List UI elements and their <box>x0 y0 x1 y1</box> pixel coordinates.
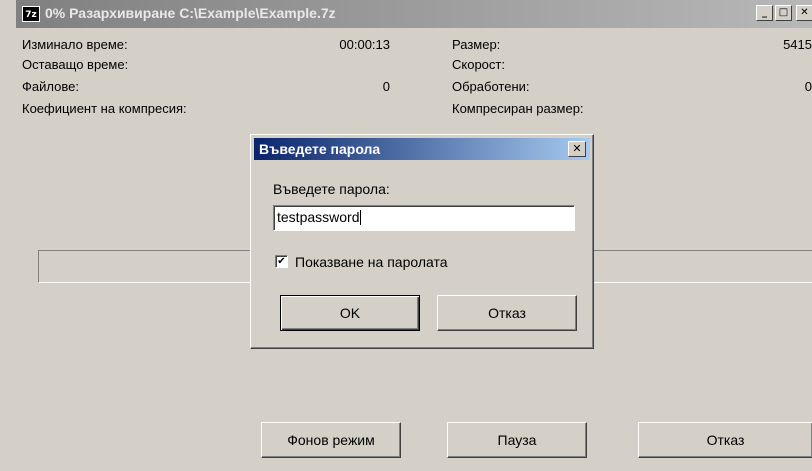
cancel-button[interactable]: Отказ <box>638 422 812 458</box>
checkmark-icon: ✔ <box>277 256 286 267</box>
dialog-close-icon[interactable]: ✕ <box>568 141 586 157</box>
remaining-time-label: Оставащо време: <box>22 57 129 72</box>
close-button[interactable]: ✕ <box>796 5 812 21</box>
files-label: Файлове: <box>22 79 79 94</box>
minimize-button[interactable]: _ <box>756 5 773 21</box>
files-value: 0 <box>382 79 390 94</box>
size-label: Размер: <box>452 37 501 52</box>
dialog-titlebar[interactable]: Въведете парола ✕ <box>254 138 590 160</box>
window-title: 0% Разархивиране C:\Example\Example.7z <box>45 5 336 21</box>
show-password-label[interactable]: Показване на паролата <box>295 254 448 270</box>
ok-button[interactable]: OK <box>280 295 420 331</box>
text-caret <box>360 210 362 225</box>
processed-label: Обработени: <box>452 79 530 94</box>
compressed-size-label: Компресиран размер: <box>452 101 584 116</box>
show-password-checkbox[interactable]: ✔ <box>275 255 288 268</box>
compression-ratio-label: Коефициент на компресия: <box>22 101 187 116</box>
password-dialog: Въведете парола ✕ Въведете парола: testp… <box>250 134 594 349</box>
pause-button[interactable]: Пауза <box>447 422 587 458</box>
background-mode-button[interactable]: Фонов режим <box>261 422 401 458</box>
elapsed-time-value: 00:00:13 <box>339 37 390 52</box>
password-prompt-label: Въведете парола: <box>273 181 390 197</box>
password-input-value: testpassword <box>277 209 360 225</box>
processed-value: 0 <box>804 79 812 94</box>
elapsed-time-label: Изминало време: <box>22 37 128 52</box>
7zip-app-icon: 7z <box>22 6 40 22</box>
speed-label: Скорост: <box>452 57 505 72</box>
dialog-cancel-button[interactable]: Отказ <box>437 295 577 331</box>
maximize-button[interactable]: □ <box>775 5 792 21</box>
size-value: 5415 <box>783 37 812 52</box>
password-input[interactable]: testpassword <box>273 205 575 231</box>
dialog-title: Въведете парола <box>259 141 381 157</box>
window-titlebar[interactable]: 7z 0% Разархивиране C:\Example\Example.7… <box>16 0 812 28</box>
